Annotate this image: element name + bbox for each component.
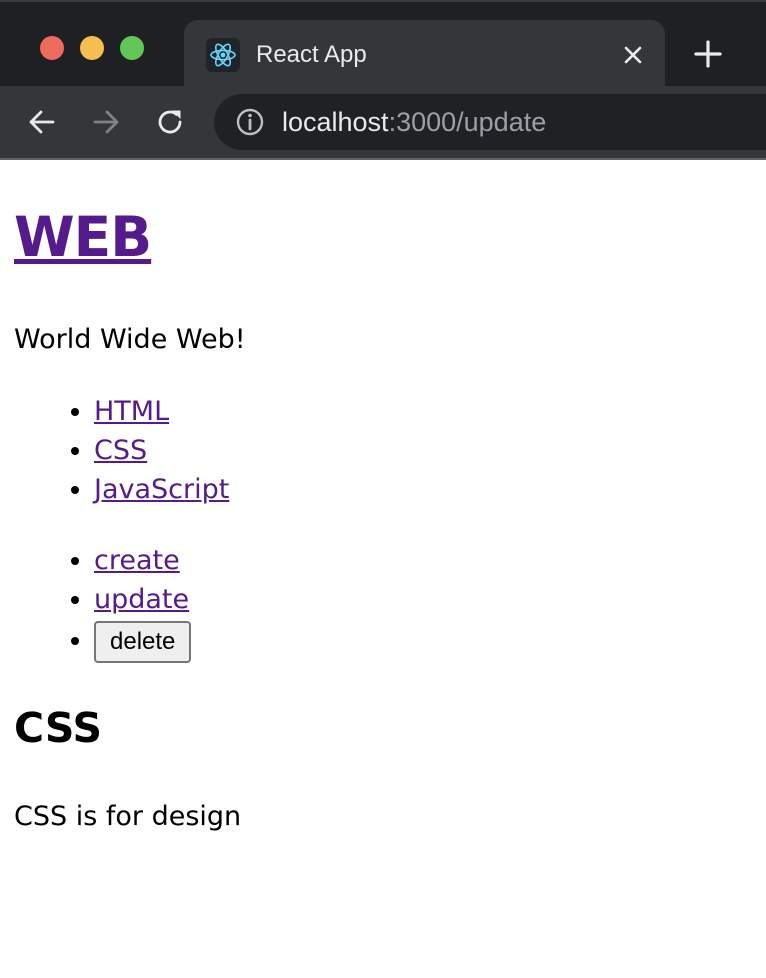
delete-button[interactable]: delete	[94, 620, 192, 663]
minimize-window-button[interactable]	[80, 36, 104, 60]
browser-toolbar: localhost:3000/update	[0, 86, 766, 160]
control-list: create update delete	[0, 541, 192, 663]
react-logo-icon	[206, 38, 240, 72]
url-host: localhost	[282, 107, 389, 137]
tagline: World Wide Web!	[14, 324, 246, 355]
topic-link-css[interactable]: CSS	[94, 435, 147, 466]
list-item: delete	[94, 619, 192, 663]
close-window-button[interactable]	[40, 36, 64, 60]
browser-chrome: React App localhost:3000/update	[0, 0, 766, 160]
back-arrow-icon[interactable]	[26, 106, 58, 138]
page-content: WEB World Wide Web! HTML CSS JavaScript …	[0, 160, 766, 978]
tab-title: React App	[256, 41, 367, 68]
site-title-link[interactable]: WEB	[14, 205, 152, 269]
close-tab-icon[interactable]	[618, 40, 648, 70]
list-item: HTML	[94, 392, 229, 431]
article-body: CSS is for design	[14, 801, 242, 832]
article-title: CSS	[14, 704, 103, 752]
tab-strip: React App	[0, 0, 766, 88]
list-item: create	[94, 541, 191, 580]
new-tab-icon[interactable]	[690, 36, 726, 72]
address-bar[interactable]: localhost:3000/update	[214, 94, 766, 150]
address-bar-url: localhost:3000/update	[282, 94, 546, 150]
forward-arrow-icon[interactable]	[90, 106, 122, 138]
update-link[interactable]: update	[94, 584, 189, 615]
maximize-window-button[interactable]	[120, 36, 144, 60]
reload-icon[interactable]	[154, 106, 186, 138]
topic-list: HTML CSS JavaScript	[0, 392, 229, 509]
site-title: WEB	[14, 202, 152, 272]
list-item: JavaScript	[94, 470, 229, 509]
list-item: CSS	[94, 431, 229, 470]
topic-link-html[interactable]: HTML	[94, 396, 169, 427]
url-path: :3000/update	[388, 107, 547, 137]
topic-link-javascript[interactable]: JavaScript	[94, 474, 229, 505]
info-icon[interactable]	[234, 106, 266, 138]
browser-tab-active[interactable]: React App	[184, 20, 665, 88]
list-item: update	[94, 580, 191, 619]
create-link[interactable]: create	[94, 545, 180, 576]
